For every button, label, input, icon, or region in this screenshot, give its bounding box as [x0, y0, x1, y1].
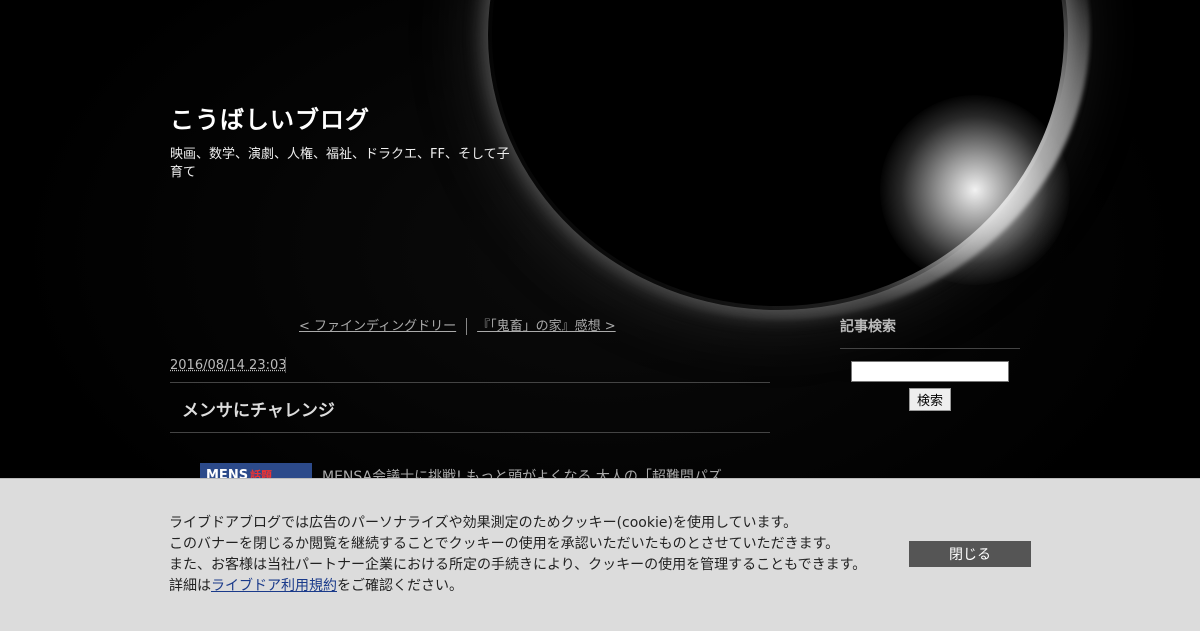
post-divider-top	[170, 382, 770, 383]
post-date[interactable]: 2016/08/14 23:03	[170, 358, 287, 373]
cookie-line-4: 詳細はライブドア利用規約をご確認ください。	[169, 576, 866, 597]
sidebar-divider	[840, 348, 1020, 349]
cookie-close-button[interactable]: 閉じる	[909, 541, 1031, 567]
next-article-link[interactable]: 『「鬼畜」の家』感想 >	[477, 319, 616, 334]
prev-article-link[interactable]: < ファインディングドリー	[299, 319, 456, 334]
search-input[interactable]	[851, 361, 1009, 382]
search-button[interactable]: 検索	[909, 388, 951, 411]
cookie-line-3: また、お客様は当社パートナー企業における所定の手続きにより、クッキーの使用を管理…	[169, 557, 867, 573]
pager-divider	[466, 318, 468, 335]
sidebar-search-title: 記事検索	[840, 319, 896, 335]
article-pager: < ファインディングドリー 『「鬼畜」の家』感想 >	[299, 315, 616, 335]
post-divider-bottom	[170, 432, 770, 433]
cookie-line-2: このバナーを閉じるか閲覧を継続することでクッキーの使用を承認いただいたものとさせ…	[169, 536, 840, 552]
blog-description: 映画、数学、演劇、人権、福祉、ドラクエ、FF、そして子育て	[170, 147, 510, 180]
blog-title[interactable]: こうばしいブログ	[170, 100, 370, 135]
post-title[interactable]: メンサにチャレンジ	[182, 396, 335, 421]
cookie-line-4-suffix: をご確認ください。	[337, 578, 463, 594]
eclipse-flare	[880, 95, 1070, 285]
cookie-banner: ライブドアブログでは広告のパーソナライズや効果測定のためクッキー(cookie)…	[0, 478, 1200, 631]
date-divider	[285, 357, 286, 373]
cookie-line-4-prefix: 詳細は	[169, 578, 211, 594]
cookie-message: ライブドアブログでは広告のパーソナライズや効果測定のためクッキー(cookie)…	[169, 513, 866, 597]
terms-link[interactable]: ライブドア利用規約	[211, 578, 337, 594]
cookie-line-1: ライブドアブログでは広告のパーソナライズや効果測定のためクッキー(cookie)…	[169, 515, 798, 531]
